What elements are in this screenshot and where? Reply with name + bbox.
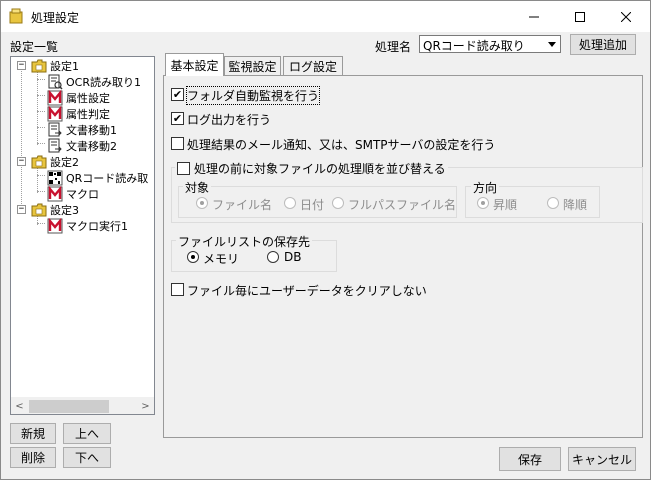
auto-monitor-checkbox[interactable]: ✔ — [171, 88, 184, 101]
move-up-button[interactable]: 上へ — [63, 423, 111, 444]
tree-item-doc-move2[interactable]: 文書移動2 — [47, 138, 117, 154]
add-process-button[interactable]: 処理追加 — [570, 34, 636, 55]
tree-item-qr[interactable]: QRコード読み取 — [47, 170, 148, 186]
tree-item-label: 設定3 — [50, 204, 79, 217]
mail-notify-checkbox[interactable] — [171, 137, 184, 150]
process-name-select[interactable]: QRコード読み取り — [419, 35, 561, 53]
auto-monitor-label[interactable]: フォルダ自動監視を行う — [185, 86, 321, 105]
tree-item-group1[interactable]: 設定1 — [31, 58, 79, 74]
process-name-label: 処理名 — [375, 40, 412, 54]
target-filename-radio[interactable] — [196, 197, 208, 209]
chevron-left-icon: < — [15, 401, 24, 412]
tree-item-label: 文書移動1 — [66, 124, 117, 137]
app-icon — [9, 8, 23, 24]
tab-monitor[interactable]: 監視設定 — [224, 56, 281, 76]
qr-code-icon — [47, 170, 63, 186]
tree-item-label: 文書移動2 — [66, 140, 117, 153]
process-name-value: QRコード読み取り — [423, 39, 525, 53]
macro-icon — [47, 90, 63, 106]
target-filename-label: ファイル名 — [212, 198, 273, 212]
storage-groupbox-title: ファイルリストの保存先 — [176, 233, 313, 250]
scroll-right-button[interactable]: > — [137, 398, 154, 415]
move-down-button[interactable]: 下へ — [63, 447, 111, 468]
direction-desc-label: 降順 — [563, 198, 588, 212]
target-fullpath-radio[interactable] — [332, 197, 344, 209]
cancel-button[interactable]: キャンセル — [568, 447, 636, 471]
tree-item-macro[interactable]: マクロ — [47, 186, 99, 202]
tree-item-label: 設定1 — [50, 60, 79, 73]
macro-icon — [47, 186, 63, 202]
macro-icon — [47, 218, 63, 234]
log-output-label[interactable]: ログ出力を行う — [187, 111, 271, 128]
log-output-checkbox[interactable]: ✔ — [171, 112, 184, 125]
delete-button[interactable]: 削除 — [10, 447, 56, 468]
chevron-right-icon: > — [141, 401, 150, 412]
close-icon — [621, 11, 631, 22]
tree-item-doc-move1[interactable]: 文書移動1 — [47, 122, 117, 138]
minimize-button[interactable] — [511, 1, 557, 32]
window-title: 処理設定 — [31, 11, 80, 25]
no-clear-userdata-checkbox[interactable] — [171, 283, 184, 296]
target-date-label: 日付 — [300, 198, 325, 212]
document-move-icon — [48, 138, 62, 153]
sort-before-label[interactable]: 処理の前に対象ファイルの処理順を並び替える — [194, 160, 446, 177]
tree-item-macro-run1[interactable]: マクロ実行1 — [47, 218, 128, 234]
new-button[interactable]: 新規 — [10, 423, 56, 444]
settings-window: 処理設定 設定一覧 − 設定1 OCR読み取り1 属性設定 属性判定 文書移動1… — [0, 0, 651, 480]
scroll-left-button[interactable]: < — [11, 398, 28, 415]
tree-toggle-group3[interactable]: − — [17, 205, 26, 214]
maximize-button[interactable] — [557, 1, 603, 32]
direction-asc-label: 昇順 — [493, 198, 518, 212]
tree-item-label: マクロ実行1 — [66, 220, 128, 233]
scroll-thumb[interactable] — [29, 400, 109, 413]
tree-item-label: 設定2 — [50, 156, 79, 169]
chevron-down-icon[interactable] — [544, 36, 560, 52]
tree-item-label: マクロ — [66, 188, 99, 201]
ocr-document-icon — [48, 74, 63, 90]
document-move-icon — [48, 122, 62, 137]
folder-icon — [31, 59, 47, 73]
maximize-icon — [575, 11, 585, 22]
sort-groupbox-header: 処理の前に対象ファイルの処理順を並び替える — [175, 160, 448, 176]
tree-item-label: OCR読み取り1 — [66, 76, 141, 89]
sort-before-checkbox[interactable] — [177, 161, 190, 175]
close-button[interactable] — [603, 1, 649, 32]
folder-icon — [31, 155, 47, 169]
storage-memory-label: メモリ — [203, 252, 240, 266]
storage-db-radio[interactable] — [267, 251, 279, 263]
tree-toggle-group2[interactable]: − — [17, 157, 26, 166]
tab-log[interactable]: ログ設定 — [283, 56, 343, 76]
settings-list-label: 設定一覧 — [10, 40, 59, 54]
tree-horizontal-scrollbar[interactable]: < > — [11, 397, 154, 414]
direction-asc-radio[interactable] — [477, 197, 489, 209]
target-groupbox-title: 対象 — [183, 179, 212, 196]
no-clear-userdata-label[interactable]: ファイル毎にユーザーデータをクリアしない — [187, 282, 427, 299]
target-fullpath-label: フルパスファイル名 — [348, 198, 457, 212]
settings-tree[interactable]: − 設定1 OCR読み取り1 属性設定 属性判定 文書移動1 文書移動2 − 設… — [10, 56, 155, 415]
target-date-radio[interactable] — [284, 197, 296, 209]
tree-item-group3[interactable]: 設定3 — [31, 202, 79, 218]
tree-toggle-group1[interactable]: − — [17, 61, 26, 70]
storage-db-label: DB — [284, 250, 302, 264]
tree-item-label: 属性判定 — [66, 108, 110, 121]
tree-item-group2[interactable]: 設定2 — [31, 154, 79, 170]
folder-icon — [31, 203, 47, 217]
tree-item-label: QRコード読み取 — [66, 172, 149, 185]
tree-item-ocr1[interactable]: OCR読み取り1 — [47, 74, 141, 90]
storage-memory-radio[interactable] — [187, 251, 199, 263]
tree-item-attr-judge[interactable]: 属性判定 — [47, 106, 110, 122]
direction-desc-radio[interactable] — [547, 197, 559, 209]
save-button[interactable]: 保存 — [499, 447, 561, 471]
macro-icon — [47, 106, 63, 122]
mail-notify-label[interactable]: 処理結果のメール通知、又は、SMTPサーバの設定を行う — [187, 136, 495, 153]
title-bar[interactable]: 処理設定 — [1, 1, 650, 32]
tree-item-label: 属性設定 — [66, 92, 110, 105]
minimize-icon — [529, 16, 539, 17]
direction-groupbox-title: 方向 — [471, 179, 500, 196]
tab-basic[interactable]: 基本設定 — [165, 53, 224, 76]
tree-item-attr-set[interactable]: 属性設定 — [47, 90, 110, 106]
